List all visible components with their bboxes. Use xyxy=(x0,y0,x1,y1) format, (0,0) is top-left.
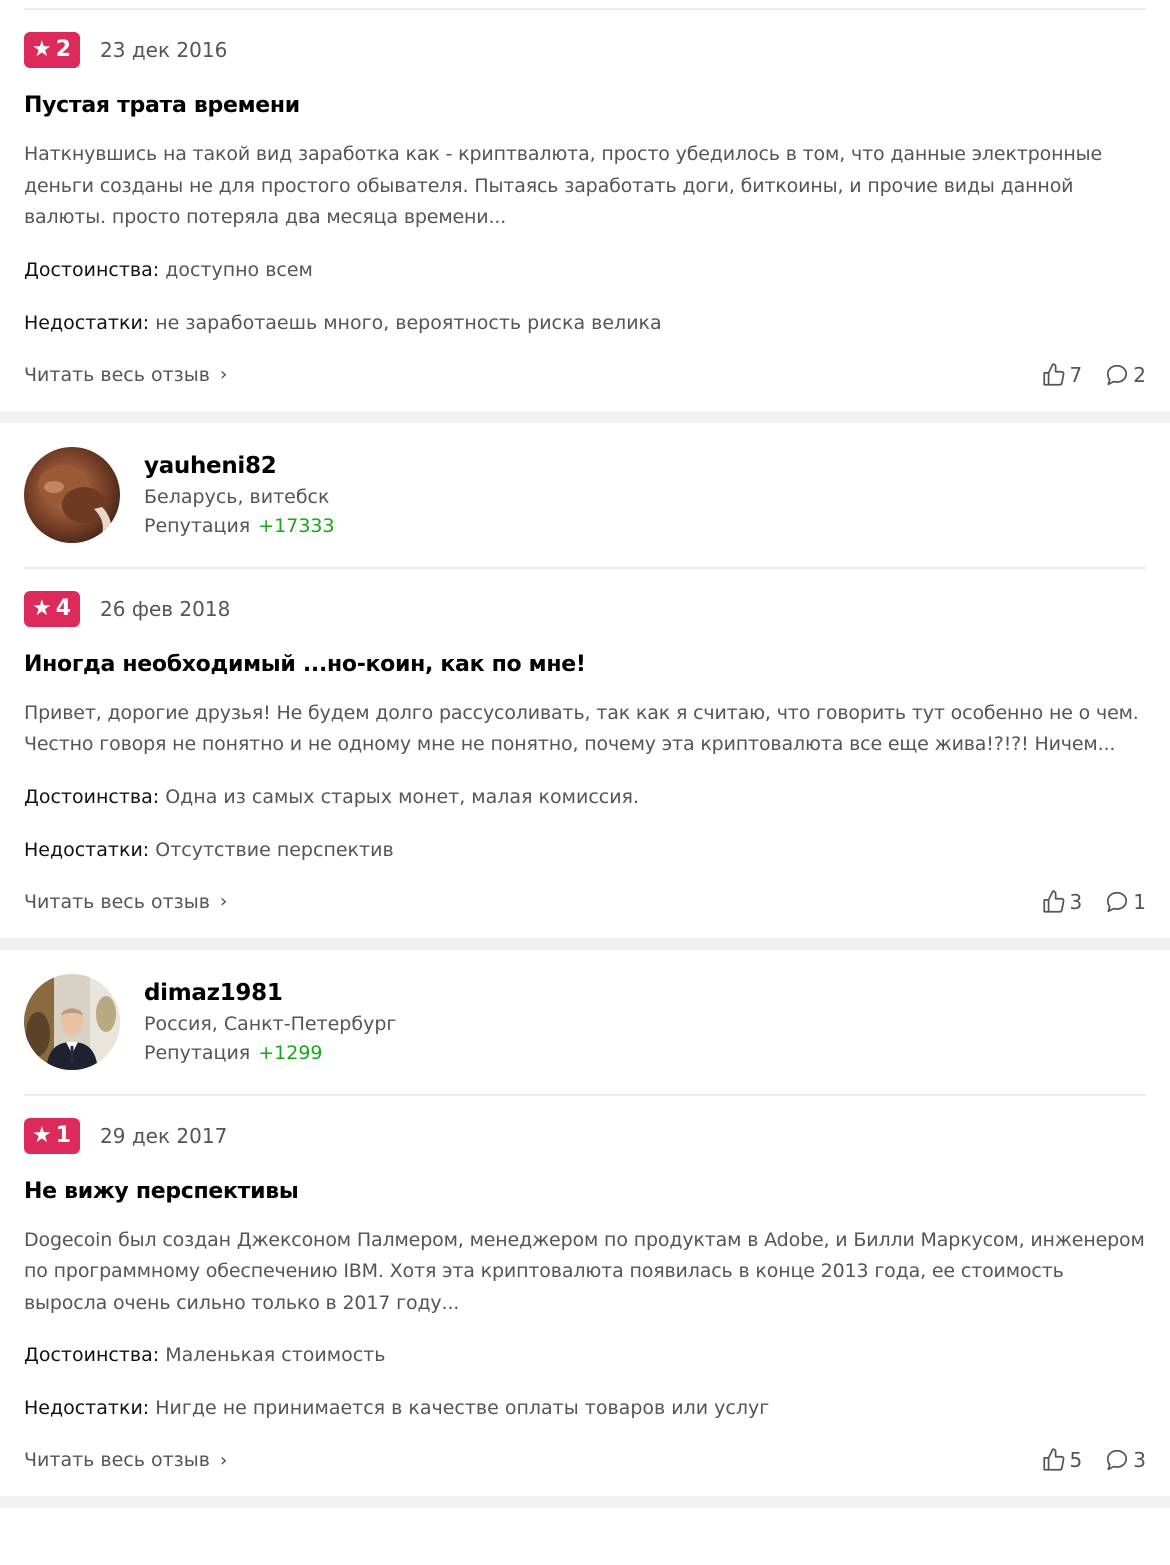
review-card: dimaz1981 Россия, Санкт-Петербург Репута… xyxy=(0,949,1170,1496)
review-author: dimaz1981 Россия, Санкт-Петербург Репута… xyxy=(24,950,1146,1094)
author-location: Беларусь, витебск xyxy=(144,485,330,508)
chevron-right-icon: › xyxy=(219,891,228,912)
review-title[interactable]: Иногда необходимый ...но-коин, как по мн… xyxy=(24,649,1146,681)
rating-value: 1 xyxy=(55,1122,72,1148)
star-icon: ★ xyxy=(32,1122,52,1148)
star-icon: ★ xyxy=(32,595,52,621)
review-footer: Читать весь отзыв › 7 2 xyxy=(24,357,1146,393)
review-meta: ★ 2 23 дек 2016 xyxy=(24,32,1146,68)
avatar[interactable] xyxy=(24,973,120,1070)
divider xyxy=(24,8,1146,10)
review-excerpt: Наткнувшись на такой вид заработка как -… xyxy=(24,143,1103,228)
pros-label: Достоинства: xyxy=(24,785,160,808)
cons-text: не заработаешь много, вероятность риска … xyxy=(155,311,662,334)
rating-value: 2 xyxy=(55,37,72,62)
review-meta: ★ 1 29 дек 2017 xyxy=(24,1117,1146,1154)
cons-text: Отсутствие перспектив xyxy=(155,838,394,861)
divider xyxy=(24,566,1146,569)
chevron-right-icon: › xyxy=(219,1449,228,1471)
author-info: yauheni82 Беларусь, витебск Репутация +17… xyxy=(144,450,335,540)
pros-text: Маленькая стоимость xyxy=(165,1344,386,1366)
review-title[interactable]: Не вижу перспективы xyxy=(24,1176,1146,1208)
review-cons: Недостатки: Нигде не принимается в качес… xyxy=(24,1394,1146,1422)
thumbs-up-icon xyxy=(1042,1448,1064,1471)
thumbs-up-icon xyxy=(1042,362,1064,386)
review-date: 26 фев 2018 xyxy=(100,596,231,621)
review-card: yauheni82 Беларусь, витебск Репутация +17… xyxy=(0,422,1170,938)
like-button[interactable]: 3 xyxy=(1041,889,1083,915)
review-excerpt: Привет, дорогие друзья! Не будем долго р… xyxy=(24,701,1139,756)
star-icon: ★ xyxy=(32,37,52,62)
review-excerpt: Dogecoin был создан Джексоном Палмером, … xyxy=(24,1228,1145,1314)
review-pros: Достоинства: доступно всем xyxy=(24,256,1146,284)
review-stats: 5 3 xyxy=(1019,1447,1146,1473)
review-date: 23 дек 2016 xyxy=(100,38,228,62)
rating-badge: ★ 4 xyxy=(24,590,81,627)
pros-text: Одна из самых старых монет, малая комисс… xyxy=(165,785,640,808)
comment-count: 1 xyxy=(1133,889,1146,914)
review-stats: 3 1 xyxy=(1019,889,1146,915)
review-pros: Достоинства: Одна из самых старых монет,… xyxy=(24,783,1146,811)
like-button[interactable]: 7 xyxy=(1041,362,1083,388)
review-card: ★ 2 23 дек 2016 Пустая трата времени Нат… xyxy=(0,8,1170,411)
review-pros: Достоинства: Маленькая стоимость xyxy=(24,1341,1146,1369)
comment-button[interactable]: 3 xyxy=(1104,1447,1146,1473)
comment-icon xyxy=(1107,364,1128,385)
card-separator xyxy=(0,410,1170,423)
chevron-right-icon: › xyxy=(219,364,228,385)
rating-badge: ★ 2 xyxy=(24,32,81,68)
like-count: 5 xyxy=(1069,1448,1083,1472)
cons-text: Нигде не принимается в качестве оплаты т… xyxy=(155,1397,770,1419)
like-count: 3 xyxy=(1069,889,1083,914)
avatar[interactable] xyxy=(24,446,120,543)
thumbs-up-icon xyxy=(1042,889,1064,913)
pros-label: Достоинства: xyxy=(24,1344,160,1366)
review-title[interactable]: Пустая трата времени xyxy=(24,90,1146,122)
comment-button[interactable]: 1 xyxy=(1104,889,1146,915)
pros-label: Достоинства: xyxy=(24,258,160,281)
like-button[interactable]: 5 xyxy=(1041,1447,1083,1473)
review-cons: Недостатки: не заработаешь много, вероят… xyxy=(24,309,1146,337)
review-footer: Читать весь отзыв › 5 3 xyxy=(24,1442,1146,1478)
comment-icon xyxy=(1107,1449,1128,1471)
comment-button[interactable]: 2 xyxy=(1104,362,1146,388)
like-count: 7 xyxy=(1069,362,1083,387)
review-footer: Читать весь отзыв › 3 1 xyxy=(24,884,1146,920)
divider xyxy=(24,1093,1146,1096)
author-name[interactable]: yauheni82 xyxy=(144,450,335,482)
comment-count: 2 xyxy=(1133,362,1146,387)
card-separator xyxy=(0,1496,1170,1508)
reputation-value: +17333 xyxy=(258,514,335,537)
rating-value: 4 xyxy=(55,595,72,621)
review-author: yauheni82 Беларусь, витебск Репутация +17… xyxy=(24,423,1146,567)
review-stats: 7 2 xyxy=(1019,362,1146,388)
author-reputation: Репутация +1299 xyxy=(144,1039,396,1067)
reputation-value: +1299 xyxy=(258,1041,323,1064)
comment-icon xyxy=(1107,891,1128,912)
read-more-label: Читать весь отзыв xyxy=(24,1449,210,1471)
author-info: dimaz1981 Россия, Санкт-Петербург Репута… xyxy=(144,977,396,1067)
read-full-review-link[interactable]: Читать весь отзыв › xyxy=(24,1449,227,1471)
pros-text: доступно всем xyxy=(165,258,313,281)
comment-count: 3 xyxy=(1133,1448,1146,1472)
reputation-label: Репутация xyxy=(144,514,251,537)
read-more-label: Читать весь отзыв xyxy=(24,363,210,386)
cons-label: Недостатки: xyxy=(24,1397,150,1419)
card-separator xyxy=(0,937,1170,950)
read-full-review-link[interactable]: Читать весь отзыв › xyxy=(24,364,227,386)
review-meta: ★ 4 26 фев 2018 xyxy=(24,590,1146,627)
read-full-review-link[interactable]: Читать весь отзыв › xyxy=(24,891,227,913)
reputation-label: Репутация xyxy=(144,1041,251,1064)
cons-label: Недостатки: xyxy=(24,838,150,861)
author-name[interactable]: dimaz1981 xyxy=(144,977,396,1009)
rating-badge: ★ 1 xyxy=(24,1117,81,1154)
read-more-label: Читать весь отзыв xyxy=(24,890,210,913)
author-reputation: Репутация +17333 xyxy=(144,512,335,540)
cons-label: Недостатки: xyxy=(24,311,150,334)
review-date: 29 дек 2017 xyxy=(100,1123,228,1148)
review-cons: Недостатки: Отсутствие перспектив xyxy=(24,836,1146,864)
author-location: Россия, Санкт-Петербург xyxy=(144,1012,397,1035)
